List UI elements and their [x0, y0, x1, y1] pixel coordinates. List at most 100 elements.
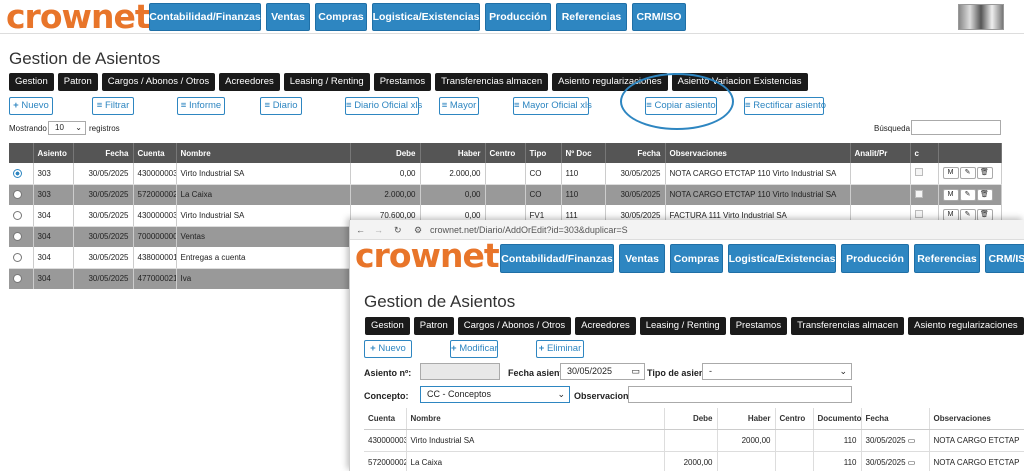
centro-cell[interactable] — [775, 451, 814, 471]
observaciones-input[interactable] — [628, 386, 852, 403]
tab-patron[interactable]: Patron — [57, 73, 98, 91]
nav-ventas[interactable]: Ventas — [619, 244, 665, 273]
row-radio[interactable] — [13, 232, 22, 242]
nav-produccion[interactable]: Producción — [485, 3, 551, 31]
informe-button[interactable]: ≡ Informe — [177, 97, 225, 115]
nav-contabilidad[interactable]: Contabilidad/Finanzas — [500, 244, 614, 273]
mayor-oficial-button[interactable]: ≡ Mayor Oficial xls — [513, 97, 592, 115]
popup-nuevo-button[interactable]: + Nuevo — [364, 340, 412, 358]
debe-cell[interactable] — [664, 429, 718, 452]
search-input[interactable] — [911, 120, 1001, 135]
tab-gestion[interactable]: Gestion — [9, 73, 54, 91]
tab-acreedores[interactable]: Acreedores — [219, 73, 280, 91]
tipo-asiento-select[interactable]: - ⌄ — [702, 363, 852, 380]
nav-contabilidad[interactable]: Contabilidad/Finanzas — [149, 3, 261, 31]
haber-cell[interactable] — [717, 451, 776, 471]
diario-button[interactable]: ≡ Diario — [260, 97, 302, 115]
table-row[interactable]: 303 30/05/2025 572000002 La Caixa 2.000,00 0,… — [9, 184, 1002, 205]
col-header[interactable]: Haber — [420, 143, 486, 163]
observaciones-cell[interactable]: NOTA CARGO ETCTAP110 Virto Indu — [929, 451, 1024, 471]
tab-leasing[interactable]: Leasing / Renting — [283, 73, 370, 91]
row-checkbox[interactable] — [914, 189, 923, 198]
documento-cell[interactable]: 110 — [813, 429, 862, 452]
calendar-icon[interactable]: ▭ — [906, 458, 916, 467]
col-header[interactable]: Cuenta — [133, 143, 177, 163]
row-radio[interactable] — [13, 168, 22, 178]
row-select[interactable] — [9, 163, 34, 185]
col-header[interactable]: Centro — [485, 143, 526, 163]
nav-ventas[interactable]: Ventas — [266, 3, 310, 31]
filtrar-button[interactable]: ≡ Filtrar — [92, 97, 134, 115]
table-row[interactable]: 572000002 La Caixa 2000,00 110 30/05/2025 ▭ N… — [364, 451, 1024, 471]
row-checkbox[interactable] — [914, 168, 923, 177]
cuenta-cell[interactable]: 430000003 — [364, 429, 407, 452]
row-radio[interactable] — [13, 210, 22, 220]
fecha-asiento-input[interactable]: 30/05/2025 ▭ — [560, 363, 645, 380]
row-select[interactable] — [9, 268, 34, 289]
col-header[interactable]: Fecha — [73, 143, 134, 163]
row-select[interactable] — [9, 205, 34, 227]
col-header[interactable]: Asiento — [33, 143, 74, 163]
rectificar-asiento-button[interactable]: ≡ Rectificar asiento — [744, 97, 826, 115]
edit-icon[interactable]: ✎ — [959, 167, 976, 180]
eliminar-button[interactable]: + Eliminar — [536, 340, 584, 358]
tab-leasing[interactable]: Leasing / Renting — [639, 317, 726, 335]
tab-cargos[interactable]: Cargos / Abonos / Otros — [457, 317, 572, 335]
page-size-select[interactable]: 10 ⌄ — [48, 121, 86, 135]
col-header[interactable]: Tipo — [525, 143, 562, 163]
nav-compras[interactable]: Compras — [670, 244, 723, 273]
nombre-cell[interactable]: Virto Industrial SA — [406, 429, 665, 452]
row-checkbox[interactable] — [914, 210, 923, 219]
modificar-button[interactable]: + Modificar — [450, 340, 498, 358]
col-header[interactable]: Observaciones — [665, 143, 851, 163]
col-header[interactable]: Fecha — [605, 143, 666, 163]
m-button[interactable]: M — [942, 167, 959, 180]
concepto-select[interactable]: CC - Conceptos ⌄ — [420, 386, 570, 403]
nav-referencias[interactable]: Referencias — [914, 244, 980, 273]
trash-icon[interactable]: 🗑 — [976, 167, 993, 180]
haber-cell[interactable]: 2000,00 — [717, 429, 776, 452]
row-radio[interactable] — [13, 274, 22, 284]
nav-logistica[interactable]: Logistica/Existencias — [728, 244, 836, 273]
cuenta-cell[interactable]: 572000002 — [364, 451, 407, 471]
row-select[interactable] — [9, 184, 34, 205]
row-select[interactable] — [9, 226, 34, 247]
user-avatar[interactable] — [958, 4, 1004, 30]
calendar-icon[interactable]: ▭ — [631, 364, 640, 379]
diario-oficial-button[interactable]: ≡ Diario Oficial xls — [345, 97, 422, 115]
tab-regularizaciones[interactable]: Asiento regularizaciones — [908, 317, 1024, 335]
nav-referencias[interactable]: Referencias — [556, 3, 627, 31]
trash-icon[interactable]: 🗑 — [976, 188, 993, 201]
calendar-icon[interactable]: ▭ — [906, 436, 916, 445]
debe-cell[interactable]: 2000,00 — [664, 451, 718, 471]
tab-patron[interactable]: Patron — [413, 317, 454, 335]
tab-prestamos[interactable]: Prestamos — [729, 317, 788, 335]
nav-crm[interactable]: CRM/ISO — [985, 244, 1024, 273]
tab-gestion[interactable]: Gestion — [365, 317, 410, 335]
m-button[interactable]: M — [942, 188, 959, 201]
fecha-cell[interactable]: 30/05/2025 ▭ — [861, 451, 930, 471]
table-row[interactable]: 430000003 Virto Industrial SA 2000,00 110 30… — [364, 429, 1024, 452]
select-col-header[interactable] — [9, 143, 34, 163]
nombre-cell[interactable]: La Caixa — [406, 451, 665, 471]
col-header[interactable]: Nombre — [176, 143, 351, 163]
documento-cell[interactable]: 110 — [813, 451, 862, 471]
fecha-cell[interactable]: 30/05/2025 ▭ — [861, 429, 930, 452]
tab-acreedores[interactable]: Acreedores — [575, 317, 636, 335]
row-select[interactable] — [9, 247, 34, 269]
table-row[interactable]: 303 30/05/2025 430000003 Virto Industrial S… — [9, 163, 1002, 185]
tab-prestamos[interactable]: Prestamos — [373, 73, 432, 91]
tab-transferencias[interactable]: Transferencias almacen — [435, 73, 549, 91]
col-header[interactable]: Debe — [350, 143, 421, 163]
tab-transferencias[interactable]: Transferencias almacen — [791, 317, 905, 335]
nav-compras[interactable]: Compras — [315, 3, 367, 31]
row-radio[interactable] — [13, 252, 22, 262]
centro-cell[interactable] — [775, 429, 814, 452]
observaciones-cell[interactable]: NOTA CARGO ETCTAP110 Virto Indu — [929, 429, 1024, 452]
row-radio[interactable] — [13, 190, 22, 200]
col-header[interactable]: Nº Doc — [561, 143, 606, 163]
tab-cargos[interactable]: Cargos / Abonos / Otros — [101, 73, 216, 91]
col-header[interactable]: c — [910, 143, 939, 163]
nav-logistica[interactable]: Logistica/Existencias — [372, 3, 480, 31]
edit-icon[interactable]: ✎ — [959, 188, 976, 201]
